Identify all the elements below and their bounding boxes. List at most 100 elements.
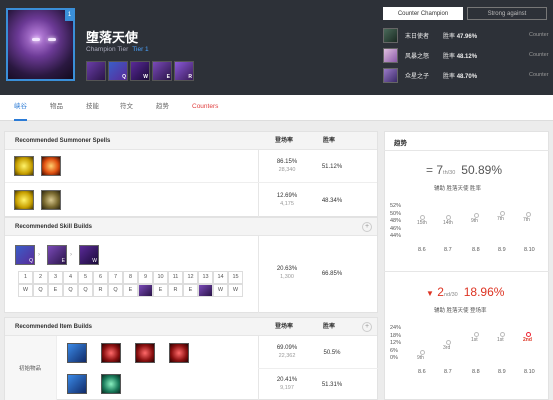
skill-order-cell: E [48, 284, 63, 297]
games-count: 22,362 [278, 353, 296, 359]
tab-counter-champion[interactable]: Counter Champion [383, 7, 463, 20]
exhaust-icon [41, 190, 61, 210]
counter-avatar [383, 27, 398, 43]
spellthief-edge-icon[interactable] [67, 374, 87, 394]
e-skill-icon[interactable]: E [152, 61, 172, 81]
summoner-row[interactable]: 12.69% 4,175 48.34% [5, 182, 377, 216]
skill-order-cell: W [18, 284, 33, 297]
y-tick-label: 50% [390, 210, 402, 217]
skill-level-cell: 7 [108, 271, 123, 284]
col-win-rate: 胜率 [323, 324, 336, 330]
q-skill-icon[interactable]: Q [108, 61, 128, 81]
games-count: 4,175 [280, 201, 294, 207]
counter-link[interactable]: Counter [529, 52, 549, 58]
arrow-icon: › [70, 252, 72, 258]
summoner-spells-panel: Recommended Summoner Spells 登场率 胜率 86.15… [4, 131, 378, 217]
pick-rate: 20.63% [276, 266, 298, 272]
counter-row[interactable]: 风暴之怒 胜率 48.12% Counter [383, 45, 553, 65]
trend-point-rank: 14th [443, 220, 453, 227]
health-potion-icon[interactable] [169, 343, 189, 363]
counter-link[interactable]: Counter [529, 32, 549, 38]
starting-items-label: 初始物品 [19, 366, 42, 372]
counter-row[interactable]: 末日使者 胜率 47.96% Counter [383, 25, 553, 45]
pick-rank-subtitle: 辅助 胜落天使 登场率 [434, 308, 487, 314]
y-tick-label: 52% [390, 203, 402, 209]
counter-name: 众星之子 [405, 73, 430, 80]
skill-icons: Q W E R [86, 61, 194, 81]
tab-trends[interactable]: 趋势 [156, 95, 169, 121]
skill-level-cell: 11 [168, 271, 183, 284]
expand-icon[interactable]: + [362, 322, 372, 332]
pick-rank: ▼ 2nd/30 18.96% [426, 285, 505, 299]
health-potion-icon[interactable] [101, 343, 121, 363]
version-label: 8.9 [498, 369, 506, 375]
section-title: Recommended Item Builds [15, 324, 93, 330]
skill-level-cell: 14 [213, 271, 228, 284]
skill-order-cell: E [153, 284, 168, 297]
tab-items[interactable]: 物品 [50, 95, 63, 121]
ward-icon[interactable] [101, 374, 121, 394]
skill-builds-header: Recommended Skill Builds + [5, 218, 377, 236]
skill-level-cell: 4 [63, 271, 78, 284]
version-label: 8.10 [524, 369, 535, 375]
item-builds-header: Recommended Item Builds 登场率 胜率 + [5, 318, 377, 336]
w-skill-icon[interactable]: W [130, 61, 150, 81]
champion-name: 堕落天使 [86, 30, 139, 45]
y-tick-label: 12% [390, 340, 402, 346]
counter-link[interactable]: Counter [529, 72, 549, 78]
section-title: Recommended Skill Builds [15, 224, 93, 230]
arrow-icon: › [38, 252, 40, 258]
passive-skill-icon[interactable] [86, 61, 106, 81]
skill-level-cell: 6 [93, 271, 108, 284]
counter-list: 末日使者 胜率 47.96% Counter 风暴之怒 胜率 48.12% Co… [383, 25, 553, 85]
expand-icon[interactable]: + [362, 222, 372, 232]
champion-header: 1 堕落天使 Champion Tier Tier 1 Q W E R Count… [0, 0, 553, 95]
pick-rate: 12.69% [276, 193, 298, 199]
summoner-row[interactable]: 86.15% 28,340 51.12% [5, 150, 377, 182]
ignite-icon [41, 156, 61, 176]
skill-order-cell [198, 284, 213, 297]
counter-rate: 胜率 47.96% [443, 33, 478, 40]
tab-overview[interactable]: 峡谷 [14, 95, 27, 121]
skill-order-cell [138, 284, 153, 297]
health-potion-icon[interactable] [135, 343, 155, 363]
tier-value[interactable]: Tier 1 [132, 46, 148, 53]
win-rate: 51.31% [321, 382, 343, 388]
col-pick-rate: 登场率 [275, 138, 294, 144]
section-title: Recommended Summoner Spells [15, 138, 111, 144]
trend-point-rank: 7th [497, 215, 504, 222]
pick-rate: 86.15% [276, 159, 298, 165]
col-win-rate: 胜率 [323, 138, 336, 144]
skill-order-cell: Q [33, 284, 48, 297]
trend-point-rank: 7th [523, 216, 530, 223]
skill-level-cell: 15 [228, 271, 243, 284]
skill-order-cell: E [123, 284, 138, 297]
version-label: 8.10 [524, 247, 535, 253]
trend-point-rank: 9th [471, 218, 478, 224]
section-nav: 峡谷 物品 技能 符文 趋势 Counters [0, 95, 553, 121]
trend-point-rank: 1st [497, 336, 504, 343]
y-tick-label: 48% [390, 218, 402, 224]
counter-avatar [383, 47, 398, 63]
version-label: 8.6 [418, 369, 426, 375]
tab-skills[interactable]: 技能 [86, 95, 99, 121]
tab-runes[interactable]: 符文 [120, 95, 133, 121]
pick-rate: 20.41% [276, 377, 298, 383]
r-skill-icon[interactable]: R [174, 61, 194, 81]
tab-strong-against[interactable]: Strong against [467, 7, 547, 20]
counter-avatar [383, 67, 398, 83]
win-rate: 66.85% [321, 271, 343, 277]
skill-order-cell: W [228, 284, 243, 297]
tab-counters[interactable]: Counters [192, 95, 218, 121]
counter-row[interactable]: 众星之子 胜率 48.70% Counter [383, 65, 553, 85]
trend-point-rank: 3rd [443, 344, 451, 351]
games-count: 1,300 [280, 274, 294, 280]
skill-order-cell: W [213, 284, 228, 297]
skill-order-cell: R [93, 284, 108, 297]
y-tick-label: 0% [390, 355, 398, 361]
spellthief-edge-icon[interactable] [67, 343, 87, 363]
version-label: 8.7 [444, 247, 452, 253]
trend-point-rank: 15th [417, 219, 427, 226]
skill-level-cell: 8 [123, 271, 138, 284]
skill-level-cell: 12 [183, 271, 198, 284]
